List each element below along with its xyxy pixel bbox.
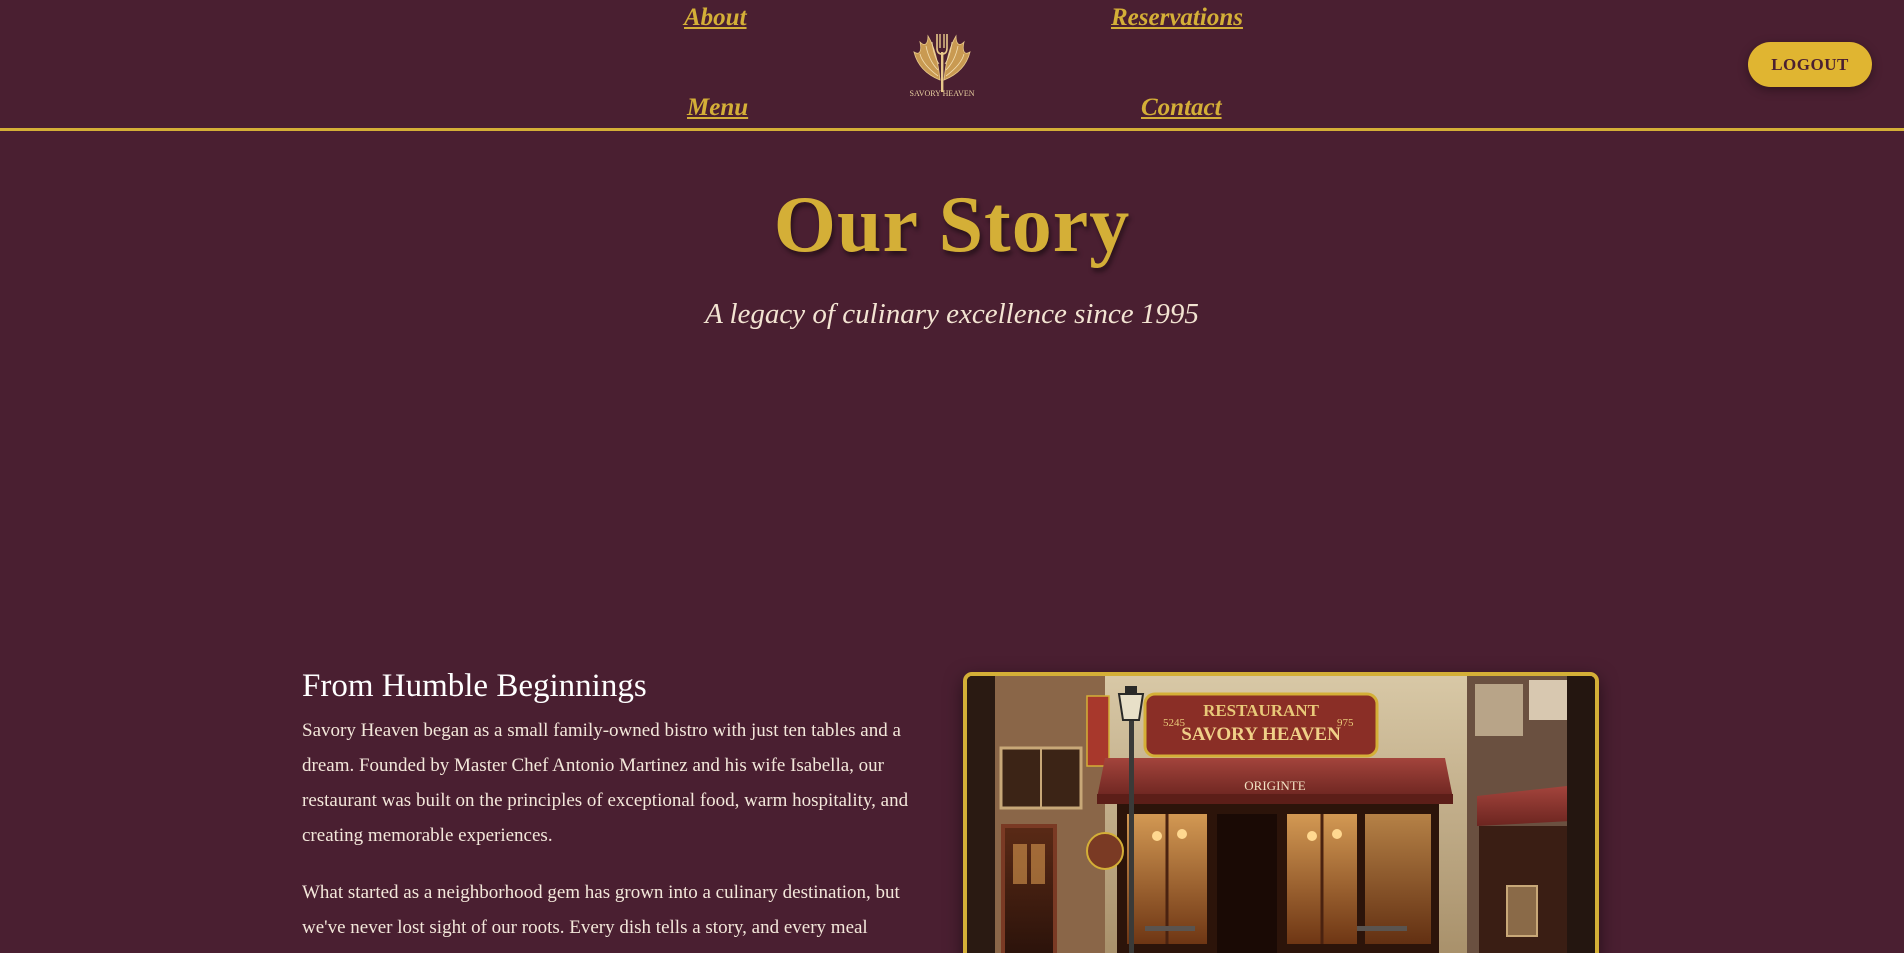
story-paragraph: What started as a neighborhood gem has g…	[302, 882, 900, 938]
sign-right-number: 975	[1337, 717, 1354, 729]
logo-text: SAVORY HEAVEN	[909, 89, 975, 98]
nav-link-reservations[interactable]: Reservations	[1111, 4, 1243, 32]
site-header: About Reservations Menu Contact SAVORY H…	[0, 0, 1904, 131]
sign-top-text: RESTAURANT	[1203, 701, 1320, 720]
logout-button[interactable]: LOGOUT	[1748, 42, 1872, 87]
page-title: Our Story	[773, 181, 1131, 269]
awning-text: ORIGINTE	[1244, 778, 1305, 793]
sign-left-number: 5245	[1163, 717, 1186, 729]
restaurant-photo: RESTAURANT SAVORY HEAVEN 5245 975 ORIGIN…	[963, 672, 1599, 953]
nav-link-menu[interactable]: Menu	[687, 94, 748, 122]
story-paragraph: Savory Heaven began as a small family-ow…	[302, 720, 909, 846]
nav-link-contact[interactable]: Contact	[1141, 94, 1222, 122]
section-heading: From Humble Beginnings	[302, 668, 647, 704]
page: About Reservations Menu Contact SAVORY H…	[0, 0, 1904, 953]
nav-link-about[interactable]: About	[684, 4, 747, 32]
sign-name-text: SAVORY HEAVEN	[1181, 724, 1341, 745]
page-subtitle: A legacy of culinary excellence since 19…	[705, 298, 1199, 330]
